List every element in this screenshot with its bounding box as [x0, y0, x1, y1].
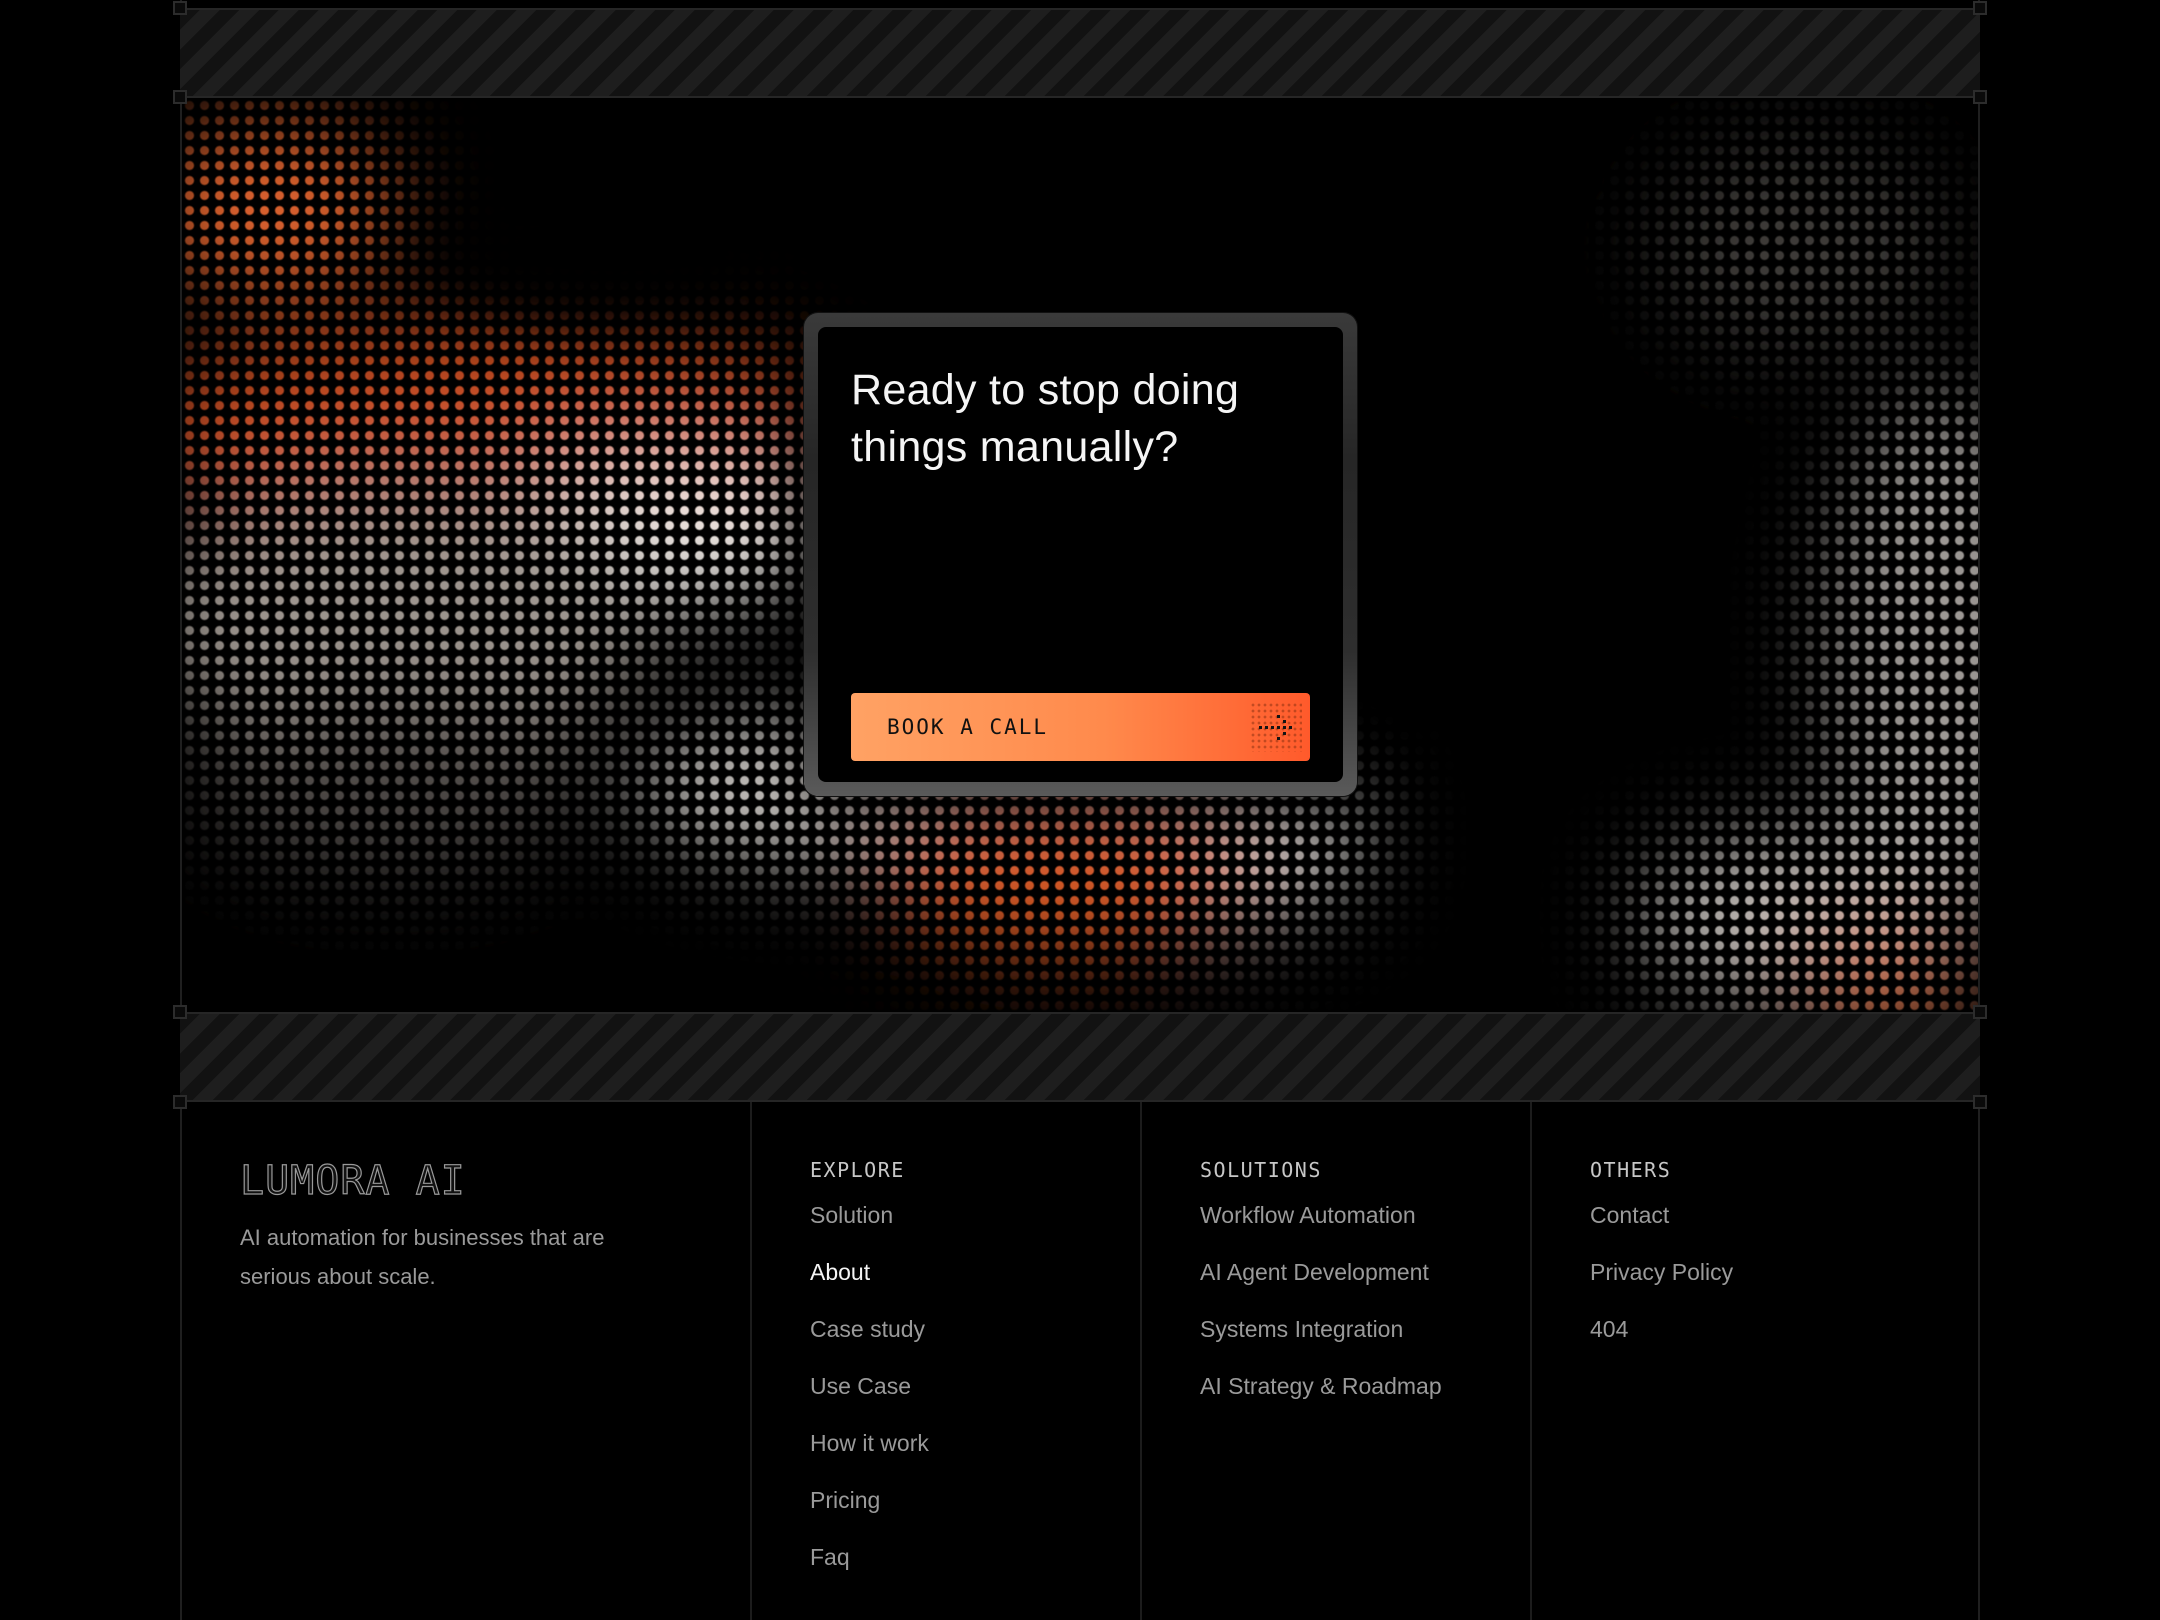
others-links: Contact Privacy Policy 404	[1590, 1200, 1733, 1371]
frame-corner-handle	[1973, 1, 1987, 15]
frame-corner-handle	[173, 90, 187, 104]
footer-brand-column: LUMORA AI AI automation for businesses t…	[182, 1102, 750, 1620]
cta-heading: Ready to stop doing things manually?	[851, 366, 1240, 471]
cta-card: Ready to stop doing things manually? BOO…	[804, 313, 1357, 796]
arrow-right-icon	[1250, 702, 1302, 752]
footer-link-about[interactable]: About	[810, 1257, 929, 1314]
footer-solutions-column: SOLUTIONS Workflow Automation AI Agent D…	[1140, 1102, 1530, 1620]
footer-link-systems-integration[interactable]: Systems Integration	[1200, 1314, 1442, 1371]
frame-corner-handle	[1973, 90, 1987, 104]
site-footer: LUMORA AI AI automation for businesses t…	[182, 1102, 1978, 1620]
top-hazard-stripe	[180, 8, 1980, 98]
footer-link-pricing[interactable]: Pricing	[810, 1485, 929, 1542]
book-a-call-button[interactable]: BOOK A CALL	[851, 693, 1310, 761]
frame-corner-handle	[1973, 1005, 1987, 1019]
footer-link-ai-strategy-roadmap[interactable]: AI Strategy & Roadmap	[1200, 1371, 1442, 1428]
footer-explore-column: EXPLORE Solution About Case study Use Ca…	[750, 1102, 1140, 1620]
cta-card-inner: Ready to stop doing things manually? BOO…	[818, 327, 1343, 782]
footer-link-use-case[interactable]: Use Case	[810, 1371, 929, 1428]
explore-heading: EXPLORE	[810, 1158, 905, 1182]
book-a-call-label: BOOK A CALL	[887, 715, 1049, 739]
others-heading: OTHERS	[1590, 1158, 1672, 1182]
frame-corner-handle	[173, 1005, 187, 1019]
footer-link-ai-agent-development[interactable]: AI Agent Development	[1200, 1257, 1442, 1314]
footer-link-workflow-automation[interactable]: Workflow Automation	[1200, 1200, 1442, 1257]
frame-corner-handle	[173, 1, 187, 15]
footer-link-how-it-work[interactable]: How it work	[810, 1428, 929, 1485]
brand-tagline: AI automation for businesses that are se…	[240, 1225, 605, 1289]
footer-link-privacy-policy[interactable]: Privacy Policy	[1590, 1257, 1733, 1314]
footer-link-404[interactable]: 404	[1590, 1314, 1733, 1371]
footer-link-case-study[interactable]: Case study	[810, 1314, 929, 1371]
bottom-hazard-stripe	[180, 1012, 1980, 1102]
footer-link-solution[interactable]: Solution	[810, 1200, 929, 1257]
lumora-logo[interactable]: LUMORA AI	[239, 1157, 466, 1204]
explore-links: Solution About Case study Use Case How i…	[810, 1200, 929, 1599]
solutions-heading: SOLUTIONS	[1200, 1158, 1322, 1182]
solutions-links: Workflow Automation AI Agent Development…	[1200, 1200, 1442, 1428]
footer-others-column: OTHERS Contact Privacy Policy 404	[1530, 1102, 1978, 1620]
footer-link-contact[interactable]: Contact	[1590, 1200, 1733, 1257]
footer-link-faq[interactable]: Faq	[810, 1542, 929, 1599]
